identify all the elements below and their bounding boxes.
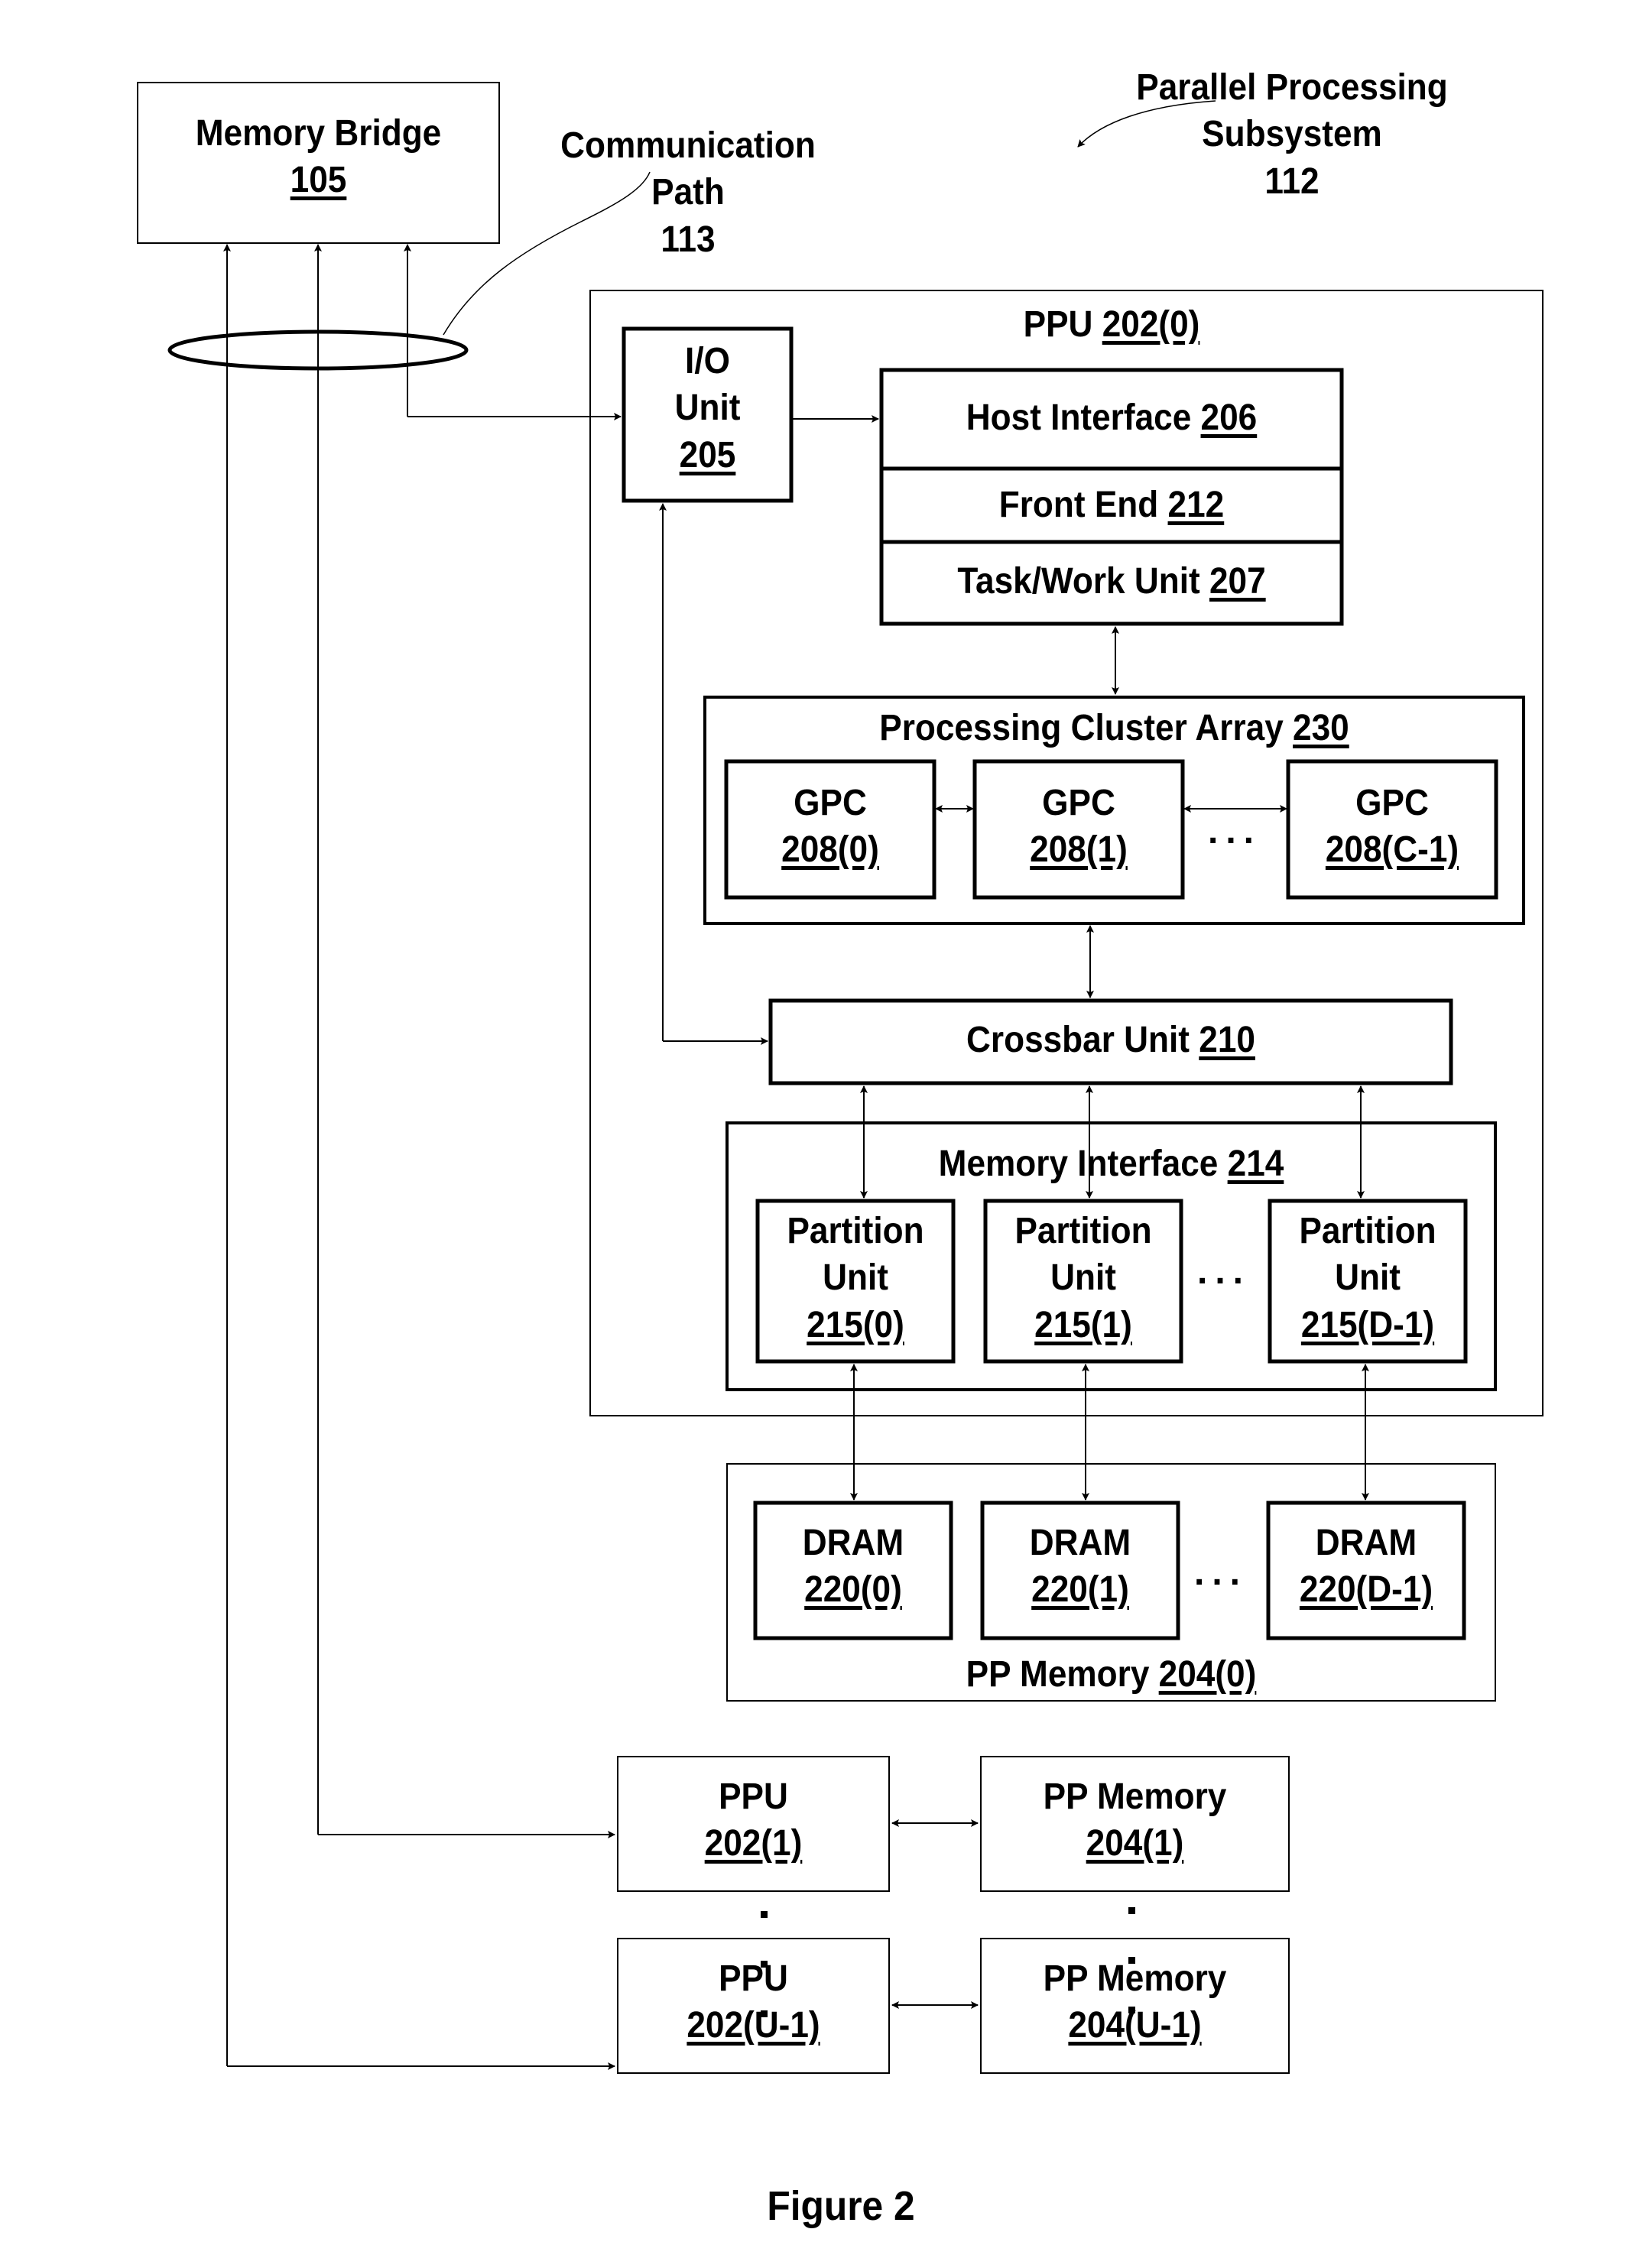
io-unit-label: I/O Unit 205 (674, 341, 741, 475)
dram0-label: DRAM 220(0) (802, 1523, 904, 1611)
pp-memory0-title: PP Memory 204(0) (966, 1654, 1257, 1695)
gpc0-label: GPC 208(0) (781, 783, 879, 871)
block-diagram (137, 82, 1544, 2074)
pp-memory-vertical-ellipsis (1128, 1907, 1136, 2056)
gpc-ellipsis: ... (1208, 811, 1262, 852)
gpc-c1-label: GPC 208(C-1) (1325, 783, 1459, 871)
memory-bridge-label: Memory Bridge 105 (195, 113, 442, 201)
host-interface-label: Host Interface 206 (966, 397, 1258, 438)
comm-path-label: Communication Path 113 (560, 125, 816, 260)
gpc1-label: GPC 208(1) (1030, 783, 1128, 871)
dram-d1-label: DRAM 220(D-1) (1299, 1523, 1433, 1611)
ppu-u1-label: PPU 202(U-1) (687, 1958, 820, 2046)
subsystem-label: Parallel Processing Subsystem 112 (1136, 67, 1448, 202)
pca-title: Processing Cluster Array 230 (879, 708, 1349, 748)
dram-ellipsis: ... (1194, 1553, 1248, 1593)
ppu-vertical-ellipsis (761, 1911, 768, 2060)
partition1-label: Partition Unit 215(1) (1014, 1211, 1152, 1345)
ppu1-label: PPU 202(1) (704, 1776, 803, 1864)
ppu0-title: PPU 202(0) (1023, 304, 1200, 345)
partition-d1-label: Partition Unit 215(D-1) (1299, 1211, 1436, 1345)
front-end-label: Front End 212 (998, 485, 1225, 525)
partition0-label: Partition Unit 215(0) (787, 1211, 924, 1345)
crossbar-label: Crossbar Unit 210 (966, 1020, 1255, 1060)
figure-caption: Figure 2 (767, 2183, 915, 2229)
partition-ellipsis: ... (1197, 1251, 1251, 1292)
memory-interface-title: Memory Interface 214 (938, 1144, 1284, 1184)
task-work-unit-label: Task/Work Unit 207 (957, 561, 1266, 602)
pp-memory1-label: PP Memory 204(1) (1043, 1776, 1227, 1864)
dram1-label: DRAM 220(1) (1029, 1523, 1131, 1611)
